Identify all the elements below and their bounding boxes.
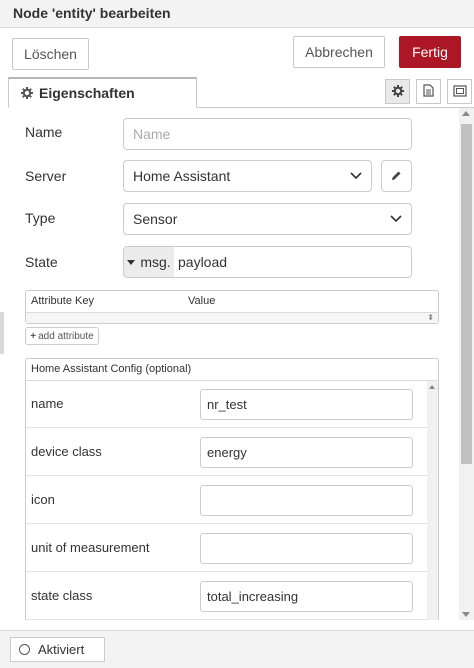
state-label: State [25, 254, 58, 270]
type-label: Type [25, 210, 56, 226]
server-select-value: Home Assistant [133, 168, 231, 184]
document-icon [423, 83, 434, 100]
server-select[interactable]: Home Assistant [123, 160, 372, 192]
config-row-input[interactable]: energy [200, 437, 413, 468]
tab-settings-icon-button[interactable] [385, 79, 410, 104]
cancel-button[interactable]: Abbrechen [293, 36, 385, 68]
config-row: icon [26, 477, 427, 524]
state-typed-input[interactable]: msg. payload [123, 246, 412, 278]
scroll-down-icon [462, 612, 470, 617]
state-type-label: msg. [140, 254, 171, 270]
pencil-icon [391, 168, 402, 184]
plus-icon: + [30, 330, 37, 342]
appearance-icon [452, 84, 467, 100]
tab-bar: Eigenschaften [8, 77, 474, 108]
attribute-key-header: Attribute Key [31, 295, 94, 307]
chevron-down-icon [350, 172, 362, 180]
config-row-input[interactable]: nr_test [200, 389, 413, 420]
config-row: unit of measurement [26, 525, 427, 572]
attribute-table-scrollbar[interactable]: ⬍ [26, 313, 438, 323]
dialog-titlebar: Node 'entity' bearbeiten [0, 0, 474, 28]
delete-button[interactable]: Löschen [12, 38, 89, 70]
config-row-input[interactable]: total_increasing [200, 581, 413, 612]
state-type-selector[interactable]: msg. [124, 247, 174, 277]
tab-description-icon-button[interactable] [416, 79, 441, 104]
scroll-up-icon [429, 385, 435, 389]
config-row-label: icon [31, 492, 55, 507]
config-scrollbar[interactable] [427, 381, 438, 620]
server-label: Server [25, 168, 67, 184]
scroll-up-icon [462, 111, 470, 116]
config-row-input[interactable] [200, 533, 413, 564]
tab-properties[interactable]: Eigenschaften [8, 77, 197, 108]
config-row-label: device class [31, 444, 102, 459]
dialog-footer: Aktiviert [0, 630, 474, 668]
done-button[interactable]: Fertig [399, 36, 461, 68]
tab-appearance-icon-button[interactable] [447, 79, 472, 104]
ha-config-box: Home Assistant Config (optional) name nr… [25, 358, 439, 620]
type-select-value: Sensor [133, 211, 178, 227]
name-input[interactable]: Name [123, 118, 412, 150]
tab-icon-group [385, 79, 472, 104]
config-row-input[interactable] [200, 485, 413, 516]
add-attribute-button[interactable]: + add attribute [25, 327, 99, 345]
enabled-label: Aktiviert [38, 642, 85, 657]
tab-properties-label: Eigenschaften [39, 85, 135, 101]
config-row-label: unit of measurement [31, 540, 150, 555]
scrollbar-thumb[interactable] [461, 124, 472, 464]
config-row: device class energy [26, 429, 427, 476]
config-row-label: state class [31, 588, 93, 603]
config-row: state class total_increasing [26, 573, 427, 620]
ha-config-title: Home Assistant Config (optional) [26, 359, 438, 381]
name-label: Name [25, 124, 63, 140]
attribute-value-header: Value [188, 295, 216, 307]
dialog-buttonbar: Löschen Abbrechen Fertig [0, 28, 474, 78]
chevron-down-icon [390, 215, 402, 223]
gear-icon [21, 87, 33, 99]
type-select[interactable]: Sensor [123, 203, 412, 235]
circle-icon [19, 644, 30, 655]
gear-icon [391, 84, 404, 100]
caret-down-icon [127, 259, 136, 265]
updown-arrow-icon: ⬍ [427, 313, 434, 322]
ha-config-list: name nr_test device class energy icon un… [26, 381, 427, 620]
config-row-label: name [31, 396, 64, 411]
panel-scrollbar[interactable] [459, 108, 474, 620]
attribute-table: Attribute Key Value ⬍ [25, 290, 439, 324]
state-value[interactable]: payload [174, 247, 227, 277]
attribute-table-header: Attribute Key Value [26, 291, 438, 313]
add-attribute-label: add attribute [38, 330, 94, 342]
resize-grip[interactable] [0, 312, 4, 354]
dialog-title: Node 'entity' bearbeiten [13, 5, 171, 21]
properties-panel: Name Name Server Home Assistant Type Sen… [8, 108, 459, 620]
enabled-toggle[interactable]: Aktiviert [10, 637, 105, 662]
edit-server-button[interactable] [381, 160, 412, 192]
config-row: name nr_test [26, 381, 427, 428]
